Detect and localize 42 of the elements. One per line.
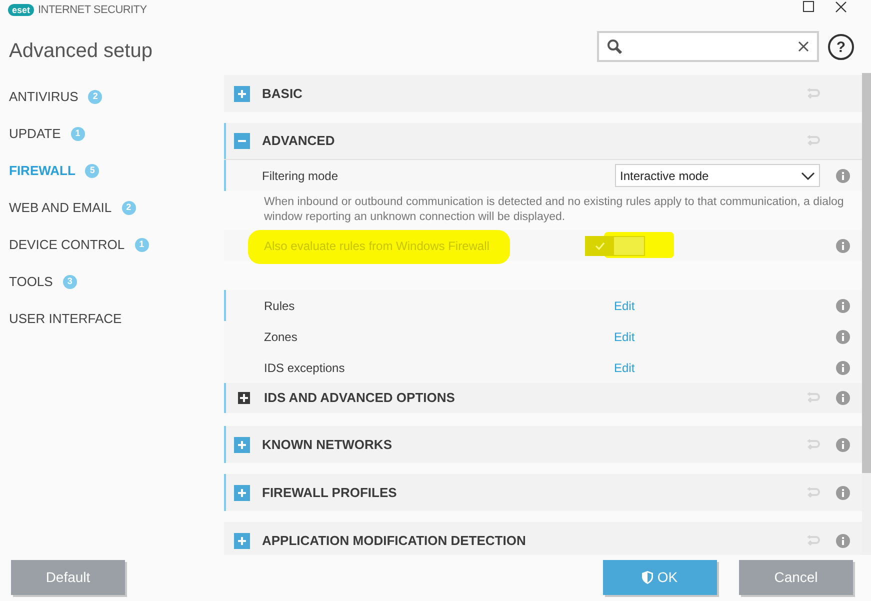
count-badge: 1	[70, 126, 85, 140]
sidebar-item[interactable]: DEVICE CONTROL	[9, 234, 125, 254]
setting-label: Filtering mode	[262, 168, 340, 184]
setting-label: Zones	[264, 328, 298, 346]
sidebar-item[interactable]: UPDATE	[9, 124, 61, 144]
clear-icon[interactable]	[798, 41, 809, 52]
sidebar-item[interactable]: WEB AND EMAIL	[9, 198, 112, 218]
count-badge: 3	[62, 274, 77, 288]
close-icon[interactable]	[835, 1, 847, 13]
sidebar-item[interactable]: TOOLS	[9, 272, 53, 292]
setting-label: IDS exceptions	[264, 360, 346, 376]
shield-icon	[642, 571, 654, 584]
count-badge: 1	[134, 238, 149, 252]
sidebar-item[interactable]: ANTIVIRUS	[9, 86, 78, 106]
description-text: When inbound or outbound communication is detected and no existing rules apply to that communication, a dialog window reporting an unknown connection will be displayed.	[264, 195, 845, 225]
help-button[interactable]: ?	[828, 34, 854, 60]
info-icon[interactable]	[836, 168, 850, 182]
search-field[interactable]	[597, 31, 819, 62]
count-badge: 2	[88, 90, 102, 104]
check-icon	[595, 242, 605, 250]
maximize-icon[interactable]	[803, 1, 814, 12]
count-badge: 2	[122, 200, 136, 214]
expand-icon[interactable]	[238, 392, 250, 404]
info-icon[interactable]	[836, 534, 850, 548]
product-name: INTERNET SECURITY	[38, 2, 147, 18]
info-icon[interactable]	[836, 330, 850, 344]
info-icon[interactable]	[836, 360, 850, 374]
setting-label: Rules	[264, 298, 296, 314]
info-icon[interactable]	[836, 391, 850, 405]
window-title: Advanced setup	[8, 39, 154, 64]
info-icon[interactable]	[836, 238, 850, 252]
mode-dropdown[interactable]: Interactive mode	[615, 164, 820, 187]
collapse-icon[interactable]	[234, 133, 250, 149]
brand-logo: eset	[8, 4, 34, 16]
info-icon[interactable]	[836, 486, 850, 500]
count-badge: 5	[85, 164, 100, 178]
chevron-down-icon	[801, 172, 815, 180]
info-icon[interactable]	[836, 298, 850, 312]
sidebar-item[interactable]: USER INTERFACE	[9, 308, 122, 328]
info-icon[interactable]	[836, 438, 850, 452]
scrollbar[interactable]	[862, 73, 871, 555]
search-icon	[607, 38, 623, 54]
